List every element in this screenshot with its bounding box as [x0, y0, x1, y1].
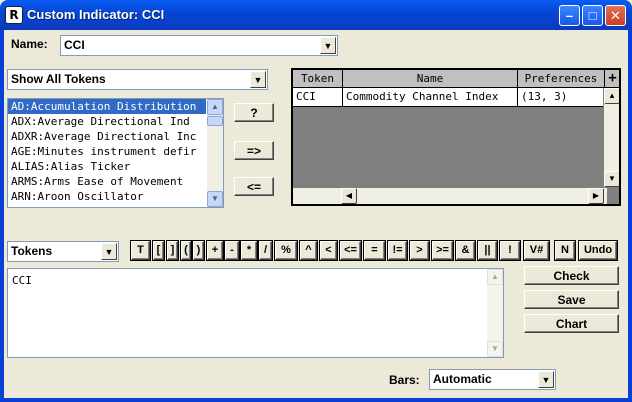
remove-token-button[interactable]: <= [234, 177, 274, 196]
token-button[interactable]: * [241, 241, 257, 260]
grid-horizontal-scrollbar[interactable]: ◀ ▶ [293, 187, 607, 204]
grid-header-preferences[interactable]: Preferences [518, 70, 605, 88]
name-value: CCI [64, 38, 85, 52]
token-button[interactable]: ! [500, 241, 520, 260]
bars-label: Bars: [389, 373, 420, 387]
token-button[interactable]: <= [340, 241, 361, 260]
name-label: Name: [11, 37, 48, 51]
token-button[interactable]: || [478, 241, 497, 260]
scroll-up-icon[interactable]: ▲ [487, 269, 503, 285]
minimize-button[interactable]: – [559, 5, 580, 26]
list-item[interactable]: ADX:Average Directional Ind [8, 114, 206, 129]
formula-text: CCI [12, 274, 32, 287]
help-button[interactable]: ? [234, 103, 274, 122]
dialog-body: Name: CCI ▼ Show All Tokens ▼ AD:Accumul… [4, 30, 628, 398]
token-filter-combo[interactable]: Show All Tokens ▼ [7, 69, 268, 90]
token-button[interactable]: T [131, 241, 150, 260]
add-token-button[interactable]: => [234, 141, 274, 160]
save-button[interactable]: Save [524, 290, 619, 309]
token-button[interactable]: ] [167, 241, 178, 260]
chevron-down-icon[interactable]: ▼ [101, 243, 117, 260]
token-list[interactable]: AD:Accumulation Distribution ADX:Average … [7, 98, 224, 208]
check-button[interactable]: Check [524, 266, 619, 285]
grid-cell-preferences[interactable]: (13, 3) [518, 88, 605, 107]
chart-button[interactable]: Chart [524, 314, 619, 333]
list-item[interactable]: ARN:Aroon Oscillator [8, 189, 206, 204]
bars-value: Automatic [433, 372, 492, 386]
token-button[interactable]: + [207, 241, 223, 260]
tokens-combo[interactable]: Tokens ▼ [7, 241, 119, 262]
scroll-down-icon[interactable]: ▼ [207, 191, 223, 207]
grid-cell-token[interactable]: CCI [293, 88, 343, 107]
token-button[interactable]: V# [524, 241, 549, 260]
token-button[interactable]: ^ [300, 241, 317, 260]
chevron-down-icon[interactable]: ▼ [320, 37, 336, 54]
token-button[interactable]: ) [193, 241, 204, 260]
token-button[interactable]: ( [181, 241, 191, 260]
grid-header-name[interactable]: Name [343, 70, 518, 88]
token-button[interactable]: / [259, 241, 272, 260]
scroll-left-icon[interactable]: ◀ [341, 188, 357, 204]
window-title: Custom Indicator: CCI [27, 7, 165, 22]
scroll-down-icon[interactable]: ▼ [487, 341, 503, 357]
token-button[interactable]: & [456, 241, 475, 260]
list-item[interactable]: ARMS:Arms Ease of Movement [8, 174, 206, 189]
bars-combo[interactable]: Automatic ▼ [429, 369, 556, 390]
grid-cell-name[interactable]: Commodity Channel Index [343, 88, 518, 107]
formula-editor[interactable]: CCI ▲ ▼ [7, 268, 504, 358]
custom-indicator-window: R Custom Indicator: CCI – □ ✕ Name: CCI … [0, 0, 632, 402]
token-filter-value: Show All Tokens [11, 72, 106, 86]
list-item[interactable]: AD:Accumulation Distribution [8, 99, 206, 114]
app-icon: R [5, 6, 23, 24]
list-item[interactable]: ADXR:Average Directional Inc [8, 129, 206, 144]
token-list-scrollbar[interactable]: ▲ ▼ [207, 99, 223, 207]
token-button[interactable]: N [555, 241, 575, 260]
chevron-down-icon[interactable]: ▼ [250, 71, 266, 88]
list-item[interactable]: ALIAS:Alias Ticker [8, 159, 206, 174]
scroll-right-icon[interactable]: ▶ [588, 188, 604, 204]
token-button[interactable]: % [275, 241, 297, 260]
token-button[interactable]: < [320, 241, 337, 260]
grid-add-column-button[interactable]: + [605, 70, 619, 88]
maximize-button[interactable]: □ [582, 5, 603, 26]
chevron-down-icon[interactable]: ▼ [538, 371, 554, 388]
scroll-up-icon[interactable]: ▲ [207, 99, 223, 115]
formula-scrollbar[interactable]: ▲ ▼ [487, 269, 503, 357]
token-button[interactable]: Undo [579, 241, 617, 260]
token-button[interactable]: - [225, 241, 239, 260]
token-grid[interactable]: Token Name Preferences + CCI Commodity C… [291, 68, 621, 206]
grid-header-token[interactable]: Token [293, 70, 343, 88]
name-combo[interactable]: CCI ▼ [60, 35, 338, 56]
token-button[interactable]: > [410, 241, 429, 260]
token-button[interactable]: >= [432, 241, 453, 260]
token-list-rows: AD:Accumulation Distribution ADX:Average … [8, 99, 223, 204]
token-button[interactable]: != [388, 241, 407, 260]
scroll-up-icon[interactable]: ▲ [604, 88, 619, 104]
title-bar[interactable]: R Custom Indicator: CCI – □ ✕ [0, 0, 632, 30]
token-button[interactable]: = [364, 241, 385, 260]
list-item[interactable]: AGE:Minutes instrument defir [8, 144, 206, 159]
token-button[interactable]: [ [153, 241, 164, 260]
close-button[interactable]: ✕ [605, 5, 626, 26]
scroll-thumb[interactable] [207, 116, 223, 126]
grid-vertical-scrollbar[interactable]: ▲ ▼ [603, 88, 619, 187]
tokens-combo-value: Tokens [11, 244, 53, 258]
scroll-down-icon[interactable]: ▼ [604, 171, 619, 187]
